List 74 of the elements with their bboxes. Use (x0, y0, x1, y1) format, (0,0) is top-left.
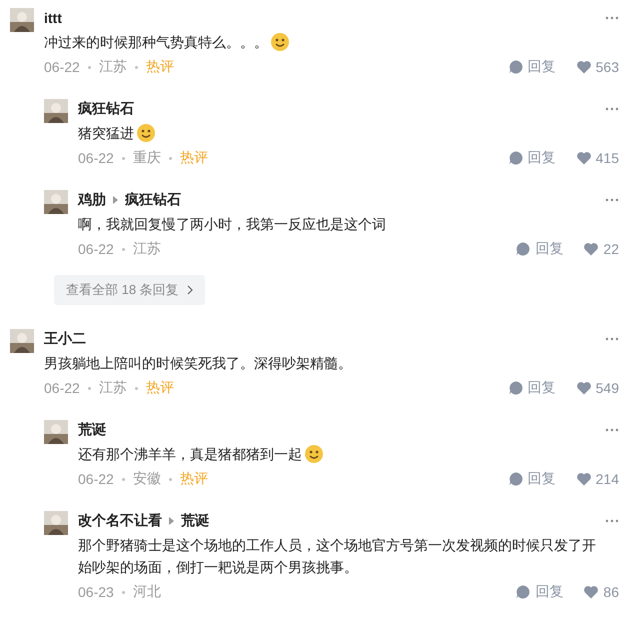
comment-text: 还有那个沸羊羊，真是猪都猪到一起 (78, 445, 302, 464)
chevron-icon (186, 285, 193, 295)
comment-icon (508, 380, 524, 396)
author-name[interactable]: 疯狂钻石 (78, 100, 134, 118)
separator-dot-icon (122, 248, 125, 250)
separator-dot-icon (122, 590, 125, 594)
more-icon[interactable] (605, 16, 619, 20)
like-button[interactable]: 415 (576, 150, 619, 166)
like-button[interactable]: 549 (576, 380, 619, 396)
reply-button[interactable]: 回复 (515, 240, 564, 258)
author-name[interactable]: ittt (44, 10, 62, 26)
reply-button[interactable]: 回复 (515, 583, 564, 601)
more-icon[interactable] (605, 198, 619, 202)
hot-tag: 热评 (146, 379, 174, 397)
comment-text: 冲过来的时候那种气势真特么。。。 (44, 33, 268, 52)
reply-button[interactable]: 回复 (508, 470, 556, 488)
author-name[interactable]: 王小二 (44, 330, 86, 348)
comment-location: 重庆 (132, 149, 161, 167)
more-icon[interactable] (605, 428, 619, 432)
separator-dot-icon (122, 156, 125, 160)
comment-icon (508, 471, 524, 487)
comment-icon (515, 241, 532, 257)
comment-location: 江苏 (132, 240, 161, 258)
heart-icon (576, 59, 592, 75)
comment-date: 06-22 (78, 471, 114, 487)
comment-text: 啊，我就回复慢了两小时，我第一反应也是这个词 (78, 215, 386, 234)
comment-date: 06-22 (44, 59, 80, 75)
comment-text: 猪突猛进 (78, 124, 134, 143)
separator-dot-icon (168, 478, 172, 480)
heart-icon (576, 380, 592, 396)
hot-tag: 热评 (180, 470, 208, 488)
separator-dot-icon (134, 66, 138, 68)
reply-button[interactable]: 回复 (508, 379, 556, 397)
author-name[interactable]: 荒诞 (181, 512, 209, 530)
comment-icon (508, 59, 524, 75)
author-name[interactable]: 改个名不让看 (78, 512, 162, 530)
heart-icon (583, 241, 600, 257)
more-icon[interactable] (605, 337, 619, 341)
comment-location: 江苏 (98, 58, 127, 76)
author-name[interactable]: 荒诞 (78, 421, 106, 439)
separator-dot-icon (168, 156, 172, 160)
separator-dot-icon (88, 386, 91, 390)
comment-location: 安徽 (132, 470, 161, 488)
separator-dot-icon (88, 66, 91, 68)
comment-date: 06-23 (78, 584, 114, 600)
more-icon[interactable] (605, 107, 619, 111)
reply-button[interactable]: 回复 (508, 58, 556, 76)
reply-button[interactable]: 回复 (508, 149, 556, 167)
comment-text: 那个野猪骑士是这个场地的工作人员，这个场地官方号第一次发视频的时候只发了开始吵架的场面，倒打一耙说是两个男孩挑事。 (78, 536, 597, 577)
comment-location: 河北 (132, 583, 161, 601)
triangle-icon (113, 196, 118, 204)
heart-icon (576, 471, 592, 487)
hot-tag: 热评 (180, 149, 208, 167)
like-button[interactable]: 214 (576, 471, 619, 487)
like-button[interactable]: 22 (583, 241, 619, 257)
comment-date: 06-22 (78, 241, 114, 257)
like-button[interactable]: 563 (576, 59, 619, 75)
comment-date: 06-22 (78, 150, 114, 166)
comment-text: 男孩躺地上陪叫的时候笑死我了。深得吵架精髓。 (44, 354, 352, 373)
more-icon[interactable] (605, 519, 619, 523)
like-button[interactable]: 86 (583, 584, 619, 600)
author-name[interactable]: 鸡肋 (78, 191, 106, 209)
comment-date: 06-22 (44, 380, 80, 396)
comment-location: 江苏 (98, 379, 127, 397)
view-all-replies-button[interactable]: 查看全部 18 条回复 (54, 275, 205, 305)
heart-icon (583, 584, 600, 600)
author-name[interactable]: 疯狂钻石 (125, 191, 181, 209)
comment-icon (515, 584, 532, 600)
hot-tag: 热评 (146, 58, 174, 76)
heart-icon (576, 150, 592, 166)
comment-icon (508, 150, 524, 166)
separator-dot-icon (134, 386, 138, 390)
triangle-icon (169, 517, 174, 525)
separator-dot-icon (122, 478, 125, 480)
